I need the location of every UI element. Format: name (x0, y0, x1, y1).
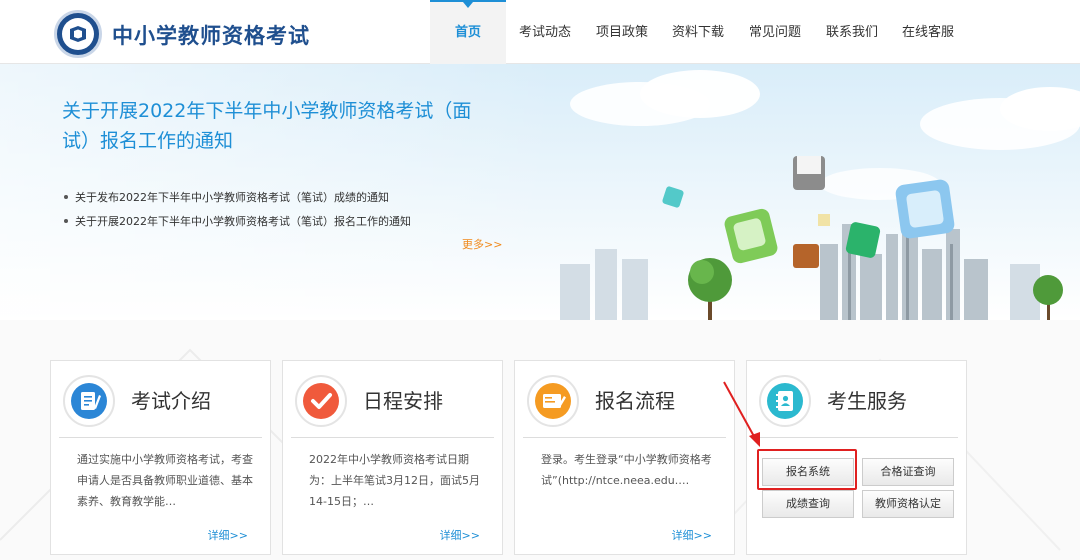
list-item[interactable]: 关于发布2022年下半年中小学教师资格考试（笔试）成绩的通知 (62, 186, 411, 210)
nav-home[interactable]: 首页 (430, 0, 506, 64)
card-text: 2022年中小学教师资格考试日期为：上半年笔试3月12日，面试5月14-15日；… (309, 453, 480, 508)
main-nav: 首页 考试动态 项目政策 资料下载 常见问题 联系我们 在线客服 (430, 0, 966, 64)
qualification-cert-button[interactable]: 教师资格认定 (862, 490, 954, 518)
card-more-link[interactable]: 详细>> (208, 527, 248, 543)
nav-online-service[interactable]: 在线客服 (890, 0, 966, 64)
checkmark-icon (295, 375, 347, 427)
site-title[interactable]: 中小学教师资格考试 (112, 20, 310, 50)
certificate-query-button[interactable]: 合格证查询 (862, 458, 954, 486)
form-pen-icon (527, 375, 579, 427)
site-header: 中小学教师资格考试 首页 考试动态 项目政策 资料下载 常见问题 联系我们 在线… (0, 0, 1080, 64)
more-news-link[interactable]: 更多>> (462, 236, 502, 252)
nav-policy[interactable]: 项目政策 (584, 0, 660, 64)
card-title: 考生服务 (827, 389, 907, 413)
card-schedule: 日程安排 2022年中小学教师资格考试日期为：上半年笔试3月12日，面试5月14… (282, 360, 503, 555)
card-title: 日程安排 (363, 389, 443, 413)
news-list: 关于发布2022年下半年中小学教师资格考试（笔试）成绩的通知 关于开展2022年… (62, 186, 411, 234)
active-caret-icon (463, 2, 473, 8)
list-item[interactable]: 关于开展2022年下半年中小学教师资格考试（笔试）报名工作的通知 (62, 210, 411, 234)
document-pen-icon (63, 375, 115, 427)
contact-book-icon (759, 375, 811, 427)
card-text: 通过实施中小学教师资格考试，考查申请人是否具备教师职业道德、基本素养、教育教学能… (77, 453, 253, 508)
nav-contact[interactable]: 联系我们 (814, 0, 890, 64)
bullet-icon (64, 195, 68, 199)
annotation-highlight-box (757, 449, 857, 490)
card-more-link[interactable]: 详细>> (672, 527, 712, 543)
card-more-link[interactable]: 详细>> (440, 527, 480, 543)
nav-downloads[interactable]: 资料下载 (660, 0, 736, 64)
cards-section: 考试介绍 通过实施中小学教师资格考试，考查申请人是否具备教师职业道德、基本素养、… (0, 320, 1080, 560)
card-registration-process: 报名流程 登录。考生登录“中小学教师资格考试”(http://ntce.neea… (514, 360, 735, 555)
card-title: 考试介绍 (131, 389, 211, 413)
card-text: 登录。考生登录“中小学教师资格考试”(http://ntce.neea.edu.… (541, 453, 712, 487)
nav-exam-news[interactable]: 考试动态 (506, 0, 584, 64)
score-query-button[interactable]: 成绩查询 (762, 490, 854, 518)
hero-banner: 关于开展2022年下半年中小学教师资格考试（面试）报名工作的通知 关于发布202… (0, 64, 1080, 320)
headline-link[interactable]: 关于开展2022年下半年中小学教师资格考试（面试）报名工作的通知 (62, 96, 482, 156)
site-logo-icon[interactable] (54, 10, 102, 58)
card-exam-intro: 考试介绍 通过实施中小学教师资格考试，考查申请人是否具备教师职业道德、基本素养、… (50, 360, 271, 555)
nav-faq[interactable]: 常见问题 (736, 0, 814, 64)
card-title: 报名流程 (595, 389, 675, 413)
bullet-icon (64, 219, 68, 223)
